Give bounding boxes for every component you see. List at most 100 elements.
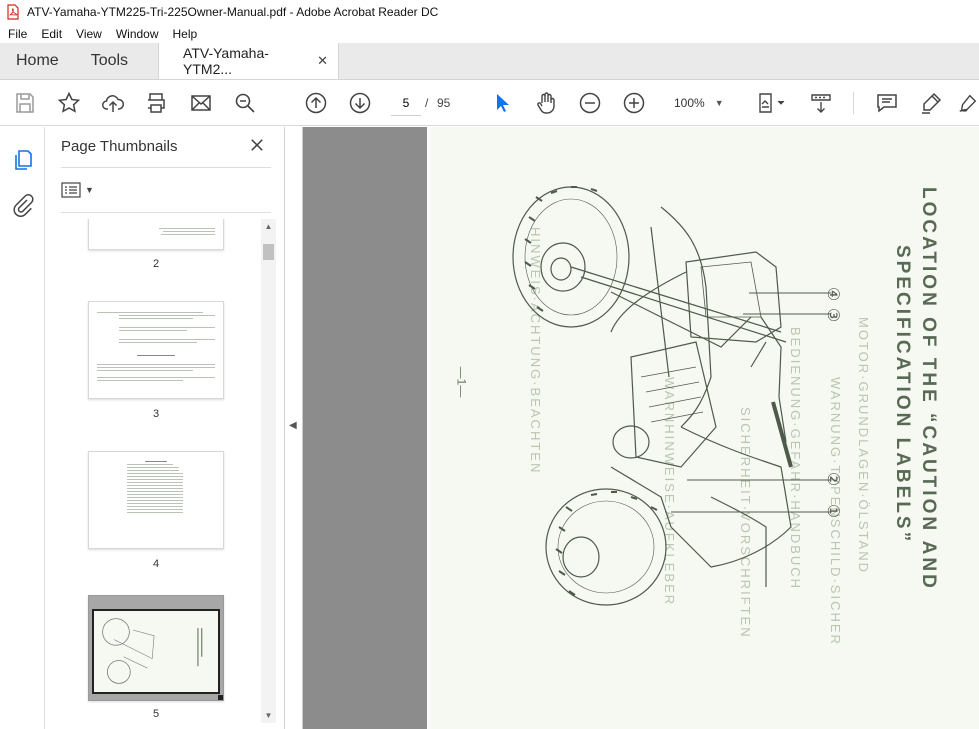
left-rail xyxy=(0,127,45,729)
save-button[interactable] xyxy=(11,89,39,117)
callout-4: ④ xyxy=(824,286,842,302)
thumbnail-label: 3 xyxy=(152,408,160,420)
close-icon xyxy=(251,139,263,151)
page-marker: —1— xyxy=(454,366,469,398)
panel-title: Page Thumbnails xyxy=(61,138,178,155)
page-thumbnails-toggle[interactable] xyxy=(9,146,37,174)
tab-home[interactable]: Home xyxy=(0,43,75,79)
callout-2: ② xyxy=(824,471,842,487)
menu-file[interactable]: File xyxy=(0,27,34,41)
search-icon xyxy=(235,93,255,113)
hand-tool-button[interactable] xyxy=(532,89,560,117)
highlight-icon xyxy=(922,92,942,114)
thumb-atv-illustration xyxy=(102,618,203,684)
document-page: MOTOR·GRUNDLAGEN·ÖLSTAND WARNUNG·TYPENSC… xyxy=(427,127,979,729)
scroll-down-arrow-icon[interactable]: ▼ xyxy=(261,708,276,723)
select-cursor-icon xyxy=(497,94,509,112)
share-upload-button[interactable] xyxy=(99,89,127,117)
menu-window[interactable]: Window xyxy=(109,27,166,41)
page-down-icon xyxy=(349,92,371,114)
list-options-icon xyxy=(61,182,81,198)
page-heading: LOCATION OF THE “CAUTION AND SPECIFICATI… xyxy=(889,187,941,591)
callout-1: ① xyxy=(824,503,842,519)
menu-bar: File Edit View Window Help xyxy=(0,24,979,43)
thumbnail-page-3[interactable] xyxy=(88,301,224,399)
zoom-out-icon xyxy=(579,92,601,114)
tab-document[interactable]: ATV-Yamaha-YTM2... ✕ xyxy=(158,43,340,79)
zoom-out-button[interactable] xyxy=(576,89,604,117)
save-icon xyxy=(16,93,34,113)
menu-edit[interactable]: Edit xyxy=(34,27,69,41)
thumbnail-list: 2 3 4 5 xyxy=(45,219,260,729)
comment-icon xyxy=(877,94,897,113)
bookmark-button[interactable] xyxy=(55,89,83,117)
chevron-down-icon: ▼ xyxy=(714,98,724,108)
tab-bar: Home Tools ATV-Yamaha-YTM2... ✕ xyxy=(0,43,979,80)
attachments-toggle[interactable] xyxy=(9,191,37,219)
thumbnail-label: 4 xyxy=(152,558,160,570)
thumbnail-label: 5 xyxy=(152,708,160,720)
zoom-value: 100% xyxy=(674,96,705,110)
title-bar: ATV-Yamaha-YTM225-Tri-225Owner-Manual.pd… xyxy=(0,0,979,24)
thumb-content-selected xyxy=(92,609,220,694)
main-toolbar: / 95 100% ▼ xyxy=(0,80,979,126)
thumbnail-page-5[interactable] xyxy=(88,595,224,701)
thumbnail-options-menu[interactable]: ▼ xyxy=(61,180,101,200)
thumbnail-panel: Page Thumbnails ▼ 2 3 4 5 ▲ ▼ xyxy=(45,127,285,729)
thumb-content xyxy=(89,302,223,381)
email-button[interactable] xyxy=(187,89,215,117)
comment-button[interactable] xyxy=(873,89,901,117)
scroll-mode-icon xyxy=(811,94,831,113)
panel-collapse-handle[interactable]: ◀ xyxy=(285,127,303,729)
window-title: ATV-Yamaha-YTM225-Tri-225Owner-Manual.pd… xyxy=(27,5,439,19)
page-separator: / xyxy=(425,96,429,110)
sign-button[interactable] xyxy=(957,89,979,117)
zoom-select[interactable]: 100% ▼ xyxy=(668,90,730,116)
thumb-content xyxy=(89,452,223,513)
menu-help[interactable]: Help xyxy=(166,27,205,41)
zoom-in-icon xyxy=(623,92,645,114)
atv-illustration xyxy=(512,186,831,606)
chevron-left-icon: ◀ xyxy=(289,420,297,431)
thumbnail-label: 2 xyxy=(152,258,160,270)
scrollbar-thumb[interactable] xyxy=(263,244,274,260)
callout-3: ③ xyxy=(824,307,842,323)
print-button[interactable] xyxy=(142,89,170,117)
panel-close-button[interactable] xyxy=(247,135,267,155)
zoom-in-button[interactable] xyxy=(620,89,648,117)
hand-icon xyxy=(537,92,555,114)
scroll-mode-button[interactable] xyxy=(807,89,835,117)
upload-icon xyxy=(102,95,125,112)
page-heading-line2: SPECIFICATION LABELS” xyxy=(892,245,913,545)
next-page-button[interactable] xyxy=(346,89,374,117)
document-viewport[interactable]: MOTOR·GRUNDLAGEN·ÖLSTAND WARNUNG·TYPENSC… xyxy=(303,127,979,729)
paperclip-icon xyxy=(13,194,34,217)
fit-page-icon xyxy=(759,93,785,113)
thumbnail-page-2[interactable] xyxy=(88,219,224,250)
total-pages: 95 xyxy=(437,96,451,110)
pages-icon xyxy=(15,150,32,170)
page-number-input[interactable] xyxy=(391,90,421,116)
tab-close-button[interactable]: ✕ xyxy=(317,53,328,69)
print-icon xyxy=(148,93,165,113)
thumb-content xyxy=(89,219,223,235)
highlight-button[interactable] xyxy=(917,89,945,117)
thumbnail-scrollbar[interactable]: ▲ ▼ xyxy=(261,219,276,723)
select-tool-button[interactable] xyxy=(488,89,516,117)
scroll-up-arrow-icon[interactable]: ▲ xyxy=(261,219,276,234)
menu-view[interactable]: View xyxy=(69,27,109,41)
panel-divider xyxy=(61,167,271,168)
bookmark-star-icon xyxy=(57,91,81,113)
previous-page-button[interactable] xyxy=(302,89,330,117)
page-up-icon xyxy=(305,92,327,114)
toolbar-divider xyxy=(853,92,854,114)
tab-document-label: ATV-Yamaha-YTM2... xyxy=(183,45,269,77)
tab-tools[interactable]: Tools xyxy=(75,43,144,79)
page-fit-button[interactable] xyxy=(752,89,792,117)
find-button[interactable] xyxy=(231,89,259,117)
thumbnail-page-4[interactable] xyxy=(88,451,224,549)
panel-divider xyxy=(61,212,271,213)
sign-icon xyxy=(959,94,977,112)
email-icon xyxy=(191,95,211,111)
acrobat-app-icon xyxy=(7,4,19,20)
